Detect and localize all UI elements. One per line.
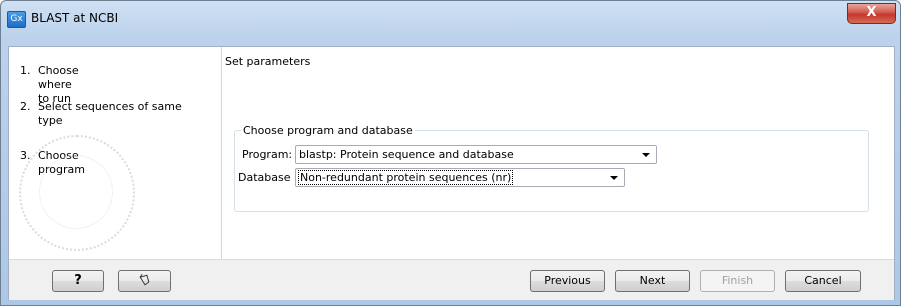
undo-hand-icon (139, 273, 150, 286)
step-label: Select sequences of same type (38, 100, 182, 127)
button-bar: ? Previous Next Finish Cancel (9, 259, 894, 300)
title-bar[interactable]: Gx BLAST at NCBI X (1, 1, 900, 37)
previous-button[interactable]: Previous (530, 270, 605, 292)
step-number: 2. (20, 100, 31, 113)
window-title: BLAST at NCBI (31, 11, 119, 25)
program-select-value: blastp: Protein sequence and database (299, 148, 514, 161)
cancel-button[interactable]: Cancel (785, 270, 861, 292)
parameters-panel: Set parameters Choose program and databa… (223, 47, 894, 259)
database-select-value: Non-redundant protein sequences (nr) (297, 170, 514, 185)
program-label: Program: (242, 148, 293, 161)
finish-button[interactable]: Finish (700, 270, 775, 292)
help-button[interactable]: ? (52, 270, 104, 292)
close-button[interactable]: X (847, 3, 896, 24)
reset-button[interactable] (118, 270, 171, 292)
program-database-group: Choose program and database Program: bla… (234, 124, 869, 212)
chevron-down-icon (610, 176, 618, 180)
step-number: 1. (20, 64, 31, 77)
page-title: Set parameters (225, 55, 311, 68)
database-label: Database (238, 171, 291, 184)
wizard-steps-panel: 1. Choose where to run 2. Select sequenc… (9, 47, 222, 259)
group-title: Choose program and database (241, 124, 415, 137)
program-select[interactable]: blastp: Protein sequence and database (295, 145, 657, 164)
blast-dialog: Gx BLAST at NCBI X 1. Choose where to ru… (0, 0, 901, 306)
next-button[interactable]: Next (615, 270, 690, 292)
dialog-body: 1. Choose where to run 2. Select sequenc… (8, 46, 895, 300)
database-select[interactable]: Non-redundant protein sequences (nr) (295, 168, 625, 187)
watermark-seal-icon (19, 135, 135, 251)
app-icon: Gx (7, 11, 26, 28)
chevron-down-icon (642, 153, 650, 157)
